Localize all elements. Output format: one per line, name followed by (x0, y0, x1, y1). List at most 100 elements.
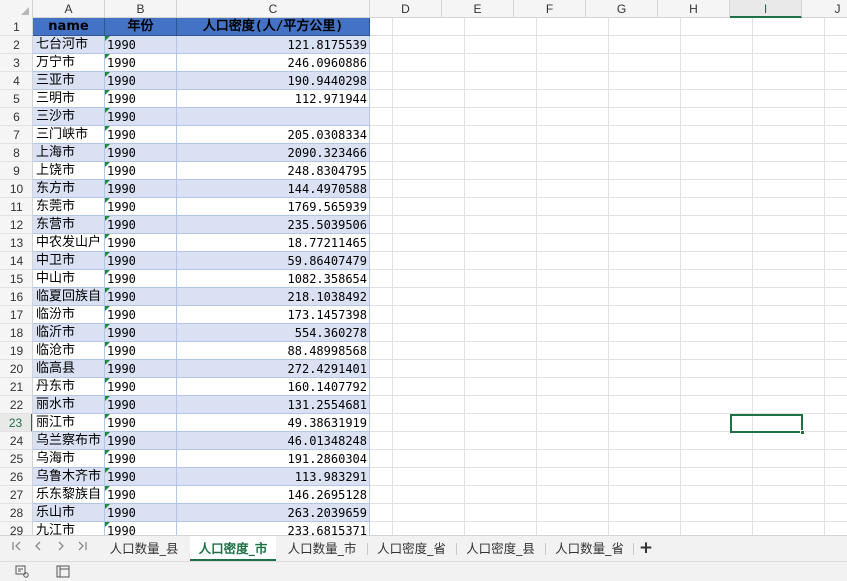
cell-name[interactable]: 三明市 (33, 90, 105, 108)
cell-name[interactable]: 乌兰察布市 (33, 432, 105, 450)
cell-year[interactable]: 1990 (105, 54, 177, 72)
cell-density[interactable]: 131.2554681 (177, 396, 370, 414)
row-header-1[interactable]: 1 (0, 18, 32, 36)
cell-name[interactable]: 乌海市 (33, 450, 105, 468)
cell-density[interactable]: 246.0960886 (177, 54, 370, 72)
select-all-corner[interactable] (0, 0, 33, 18)
cell-density[interactable]: 272.4291401 (177, 360, 370, 378)
row-header-23[interactable]: 23 (0, 414, 32, 432)
row-header-17[interactable]: 17 (0, 306, 32, 324)
row-header-14[interactable]: 14 (0, 252, 32, 270)
row-header-2[interactable]: 2 (0, 36, 32, 54)
macro-record-icon[interactable] (15, 565, 29, 578)
cell-name[interactable]: 九江市 (33, 522, 105, 535)
cell-name[interactable]: 丽江市 (33, 414, 105, 432)
cell-name[interactable]: 上饶市 (33, 162, 105, 180)
cell-name[interactable]: 乐山市 (33, 504, 105, 522)
row-header-4[interactable]: 4 (0, 72, 32, 90)
cell-name[interactable]: 临高县 (33, 360, 105, 378)
cell-year[interactable]: 1990 (105, 180, 177, 198)
cell-density[interactable]: 113.983291 (177, 468, 370, 486)
cell-year[interactable]: 1990 (105, 108, 177, 126)
row-header-26[interactable]: 26 (0, 468, 32, 486)
header-cell-density[interactable]: 人口密度(人/平方公里) (177, 18, 370, 36)
cell-density[interactable]: 218.1038492 (177, 288, 370, 306)
cell-year[interactable]: 1990 (105, 450, 177, 468)
fill-handle[interactable] (800, 430, 805, 435)
row-header-28[interactable]: 28 (0, 504, 32, 522)
header-cell-year[interactable]: 年份 (105, 18, 177, 36)
cell-name[interactable]: 中卫市 (33, 252, 105, 270)
cell-year[interactable]: 1990 (105, 396, 177, 414)
row-header-20[interactable]: 20 (0, 360, 32, 378)
row-header-5[interactable]: 5 (0, 90, 32, 108)
cell-year[interactable]: 1990 (105, 252, 177, 270)
row-header-22[interactable]: 22 (0, 396, 32, 414)
active-cell-selection[interactable] (730, 414, 805, 435)
cell-density[interactable]: 173.1457398 (177, 306, 370, 324)
cell-density[interactable]: 88.48998568 (177, 342, 370, 360)
row-header-15[interactable]: 15 (0, 270, 32, 288)
cell-year[interactable]: 1990 (105, 198, 177, 216)
row-header-3[interactable]: 3 (0, 54, 32, 72)
cell-name[interactable]: 东莞市 (33, 198, 105, 216)
cell-year[interactable]: 1990 (105, 522, 177, 535)
cell-density[interactable]: 191.2860304 (177, 450, 370, 468)
cell-density[interactable]: 2090.323466 (177, 144, 370, 162)
cell-name[interactable]: 乐东黎族自 (33, 486, 105, 504)
sheet-tab[interactable]: 人口数量_省 (546, 536, 633, 561)
cell-density[interactable]: 1082.358654 (177, 270, 370, 288)
cell-year[interactable]: 1990 (105, 342, 177, 360)
column-header-a[interactable]: A (33, 0, 105, 18)
row-header-10[interactable]: 10 (0, 180, 32, 198)
cell-year[interactable]: 1990 (105, 90, 177, 108)
cell-name[interactable]: 三门峡市 (33, 126, 105, 144)
cell-density[interactable]: 18.77211465 (177, 234, 370, 252)
cell-year[interactable]: 1990 (105, 324, 177, 342)
cell-year[interactable]: 1990 (105, 288, 177, 306)
add-sheet-button[interactable]: + (637, 538, 655, 558)
cell-density[interactable]: 121.8175539 (177, 36, 370, 54)
cell-year[interactable]: 1990 (105, 306, 177, 324)
cell-density[interactable] (177, 108, 370, 126)
cell-year[interactable]: 1990 (105, 468, 177, 486)
sheet-tab[interactable]: 人口数量_市 (279, 536, 365, 561)
cell-name[interactable]: 上海市 (33, 144, 105, 162)
column-header-c[interactable]: C (177, 0, 370, 18)
cell-name[interactable]: 中农发山户 (33, 234, 105, 252)
cell-name[interactable]: 丹东市 (33, 378, 105, 396)
sheet-tab[interactable]: 人口密度_省 (368, 536, 455, 561)
cell-year[interactable]: 1990 (105, 270, 177, 288)
cell-year[interactable]: 1990 (105, 216, 177, 234)
cell-year[interactable]: 1990 (105, 360, 177, 378)
cell-name[interactable]: 临汾市 (33, 306, 105, 324)
cell-year[interactable]: 1990 (105, 504, 177, 522)
cell-name[interactable]: 临沧市 (33, 342, 105, 360)
cell-density[interactable]: 235.5039506 (177, 216, 370, 234)
cell-name[interactable]: 东方市 (33, 180, 105, 198)
cell-density[interactable]: 205.0308334 (177, 126, 370, 144)
sheet-tab[interactable]: 人口数量_县 (101, 536, 187, 561)
cell-name[interactable]: 乌鲁木齐市 (33, 468, 105, 486)
cell-density[interactable]: 112.971944 (177, 90, 370, 108)
column-header-j[interactable]: J (802, 0, 847, 18)
column-header-i[interactable]: I (730, 0, 802, 18)
cell-density[interactable]: 190.9440298 (177, 72, 370, 90)
cell-density[interactable]: 49.38631919 (177, 414, 370, 432)
cell-year[interactable]: 1990 (105, 432, 177, 450)
sheet-tab-active[interactable]: 人口密度_市 (190, 536, 276, 561)
sheet-tab[interactable]: 人口密度_县 (457, 536, 544, 561)
row-header-12[interactable]: 12 (0, 216, 32, 234)
row-header-24[interactable]: 24 (0, 432, 32, 450)
prev-sheet-icon[interactable] (29, 540, 47, 558)
cell-year[interactable]: 1990 (105, 126, 177, 144)
cell-name[interactable]: 临沂市 (33, 324, 105, 342)
last-sheet-icon[interactable] (73, 540, 91, 558)
sheet-view-icon[interactable] (56, 565, 70, 578)
cell-year[interactable]: 1990 (105, 162, 177, 180)
cell-density[interactable]: 248.8304795 (177, 162, 370, 180)
cell-year[interactable]: 1990 (105, 378, 177, 396)
cell-name[interactable]: 三沙市 (33, 108, 105, 126)
row-header-16[interactable]: 16 (0, 288, 32, 306)
cell-year[interactable]: 1990 (105, 234, 177, 252)
